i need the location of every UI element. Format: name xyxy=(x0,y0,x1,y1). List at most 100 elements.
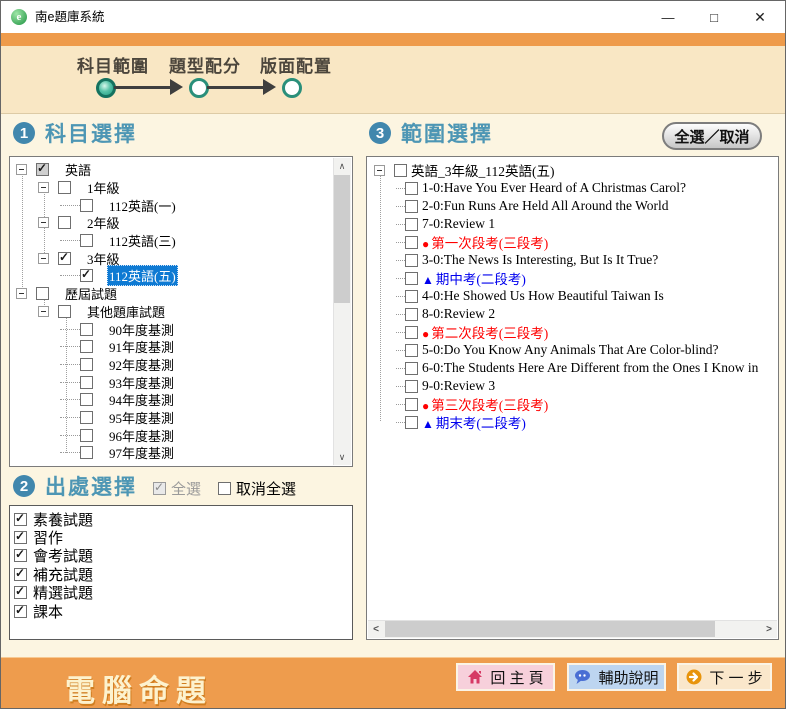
tree-row[interactable]: 94年度基測 xyxy=(10,391,334,409)
deselect-all-control[interactable]: 取消全選 xyxy=(218,478,296,499)
tree-row[interactable]: 1年級 xyxy=(10,179,334,197)
tree-row[interactable]: ▲期中考(二段考) xyxy=(367,269,776,287)
tree-row[interactable]: ●第二次段考(三段考) xyxy=(367,323,776,341)
checkbox[interactable] xyxy=(405,416,418,429)
expand-collapse-toggle[interactable] xyxy=(374,165,385,176)
checkbox[interactable] xyxy=(80,269,93,282)
toggle-select-all-button[interactable]: 全選／取消 xyxy=(662,122,762,150)
checkbox[interactable] xyxy=(80,358,93,371)
expand-collapse-toggle[interactable] xyxy=(38,306,49,317)
checkbox[interactable] xyxy=(58,252,71,265)
tree-row[interactable]: 112英語(五) xyxy=(10,267,334,285)
tree-row[interactable]: 92年度基測 xyxy=(10,356,334,374)
tree-row[interactable]: 5-0:Do You Know Any Animals That Are Col… xyxy=(367,341,776,359)
checkbox[interactable] xyxy=(80,323,93,336)
checkbox[interactable] xyxy=(14,568,27,581)
tree-row[interactable]: 歷屆試題 xyxy=(10,285,334,303)
tree-row[interactable]: 6-0:The Students Here Are Different from… xyxy=(367,359,776,377)
tree-row[interactable]: 96年度基測 xyxy=(10,426,334,444)
maximize-button[interactable]: □ xyxy=(691,1,737,33)
minimize-button[interactable]: — xyxy=(645,1,691,33)
tree-row[interactable]: 課本 xyxy=(14,602,350,620)
checkbox[interactable] xyxy=(394,164,407,177)
checkbox[interactable] xyxy=(405,290,418,303)
checkbox[interactable] xyxy=(405,344,418,357)
expand-collapse-toggle[interactable] xyxy=(38,253,49,264)
checkbox[interactable] xyxy=(405,254,418,267)
checkbox[interactable] xyxy=(14,586,27,599)
tree-row[interactable]: 91年度基測 xyxy=(10,338,334,356)
checkbox[interactable] xyxy=(14,513,27,526)
checkbox[interactable] xyxy=(14,605,27,618)
checkbox[interactable] xyxy=(80,234,93,247)
checkbox[interactable] xyxy=(80,199,93,212)
tree-row[interactable]: 112英語(一) xyxy=(10,196,334,214)
scrollbar-thumb[interactable] xyxy=(385,621,715,637)
close-button[interactable]: ✕ xyxy=(737,1,783,33)
tree-row[interactable]: ▲期末考(二段考) xyxy=(367,413,776,431)
checkbox[interactable] xyxy=(80,429,93,442)
tree-row[interactable]: 4-0:He Showed Us How Beautiful Taiwan Is xyxy=(367,287,776,305)
tree-row[interactable]: 3年級 xyxy=(10,249,334,267)
tree-row[interactable]: 2年級 xyxy=(10,214,334,232)
expand-collapse-toggle[interactable] xyxy=(38,217,49,228)
select-all-control[interactable]: 全選 xyxy=(153,478,201,499)
checkbox[interactable] xyxy=(405,218,418,231)
checkbox[interactable] xyxy=(80,340,93,353)
tree-row[interactable]: 95年度基測 xyxy=(10,409,334,427)
source-panel-title: 出處選擇 xyxy=(45,471,137,501)
expand-collapse-toggle[interactable] xyxy=(38,182,49,193)
checkbox[interactable] xyxy=(58,305,71,318)
help-button[interactable]: 輔助說明 xyxy=(567,663,666,691)
panel-number-badge: 3 xyxy=(369,122,391,144)
tree-row[interactable]: 1-0:Have You Ever Heard of A Christmas C… xyxy=(367,179,776,197)
tree-row[interactable]: ●第一次段考(三段考) xyxy=(367,233,776,251)
next-button[interactable]: 下 一 步 xyxy=(677,663,772,691)
checkbox[interactable] xyxy=(80,376,93,389)
checkbox[interactable] xyxy=(405,326,418,339)
tree-row[interactable]: 93年度基測 xyxy=(10,373,334,391)
subject-panel-title: 科目選擇 xyxy=(45,118,137,148)
scroll-down-icon[interactable]: ∨ xyxy=(334,449,350,465)
tree-row[interactable]: 90年度基測 xyxy=(10,320,334,338)
checkbox[interactable] xyxy=(405,200,418,213)
select-all-checkbox[interactable] xyxy=(153,482,166,495)
checkbox[interactable] xyxy=(80,411,93,424)
checkbox[interactable] xyxy=(58,181,71,194)
checkbox[interactable] xyxy=(14,531,27,544)
vertical-scrollbar[interactable]: ∧ ∨ xyxy=(333,158,351,465)
scroll-left-icon[interactable]: < xyxy=(368,621,384,637)
checkbox[interactable] xyxy=(58,216,71,229)
expand-collapse-toggle[interactable] xyxy=(16,288,27,299)
checkbox[interactable] xyxy=(405,398,418,411)
home-button[interactable]: 回 主 頁 xyxy=(456,663,555,691)
checkbox[interactable] xyxy=(36,163,49,176)
scroll-up-icon[interactable]: ∧ xyxy=(334,158,350,174)
checkbox[interactable] xyxy=(80,393,93,406)
step-circle-2[interactable] xyxy=(189,78,209,98)
checkbox[interactable] xyxy=(80,446,93,459)
checkbox[interactable] xyxy=(405,182,418,195)
tree-row[interactable]: 其他題庫試題 xyxy=(10,303,334,321)
tree-item-label: 1-0:Have You Ever Heard of A Christmas C… xyxy=(420,179,688,197)
tree-row[interactable]: 英語_3年級_112英語(五) xyxy=(367,161,776,179)
scroll-right-icon[interactable]: > xyxy=(761,621,777,637)
step-circle-3[interactable] xyxy=(282,78,302,98)
checkbox[interactable] xyxy=(405,362,418,375)
checkbox[interactable] xyxy=(14,549,27,562)
checkbox[interactable] xyxy=(405,308,418,321)
expand-collapse-toggle[interactable] xyxy=(16,164,27,175)
step-circle-1[interactable] xyxy=(96,78,116,98)
tree-row[interactable]: 2-0:Fun Runs Are Held All Around the Wor… xyxy=(367,197,776,215)
deselect-all-checkbox[interactable] xyxy=(218,482,231,495)
tree-row[interactable]: 英語 xyxy=(10,161,334,179)
checkbox[interactable] xyxy=(405,380,418,393)
tree-row[interactable]: 112英語(三) xyxy=(10,232,334,250)
checkbox[interactable] xyxy=(405,272,418,285)
checkbox[interactable] xyxy=(405,236,418,249)
tree-row[interactable]: 97年度基測 xyxy=(10,444,334,462)
horizontal-scrollbar[interactable]: < > xyxy=(368,620,777,638)
scrollbar-thumb[interactable] xyxy=(334,175,350,303)
checkbox[interactable] xyxy=(36,287,49,300)
tree-connector xyxy=(60,435,80,436)
